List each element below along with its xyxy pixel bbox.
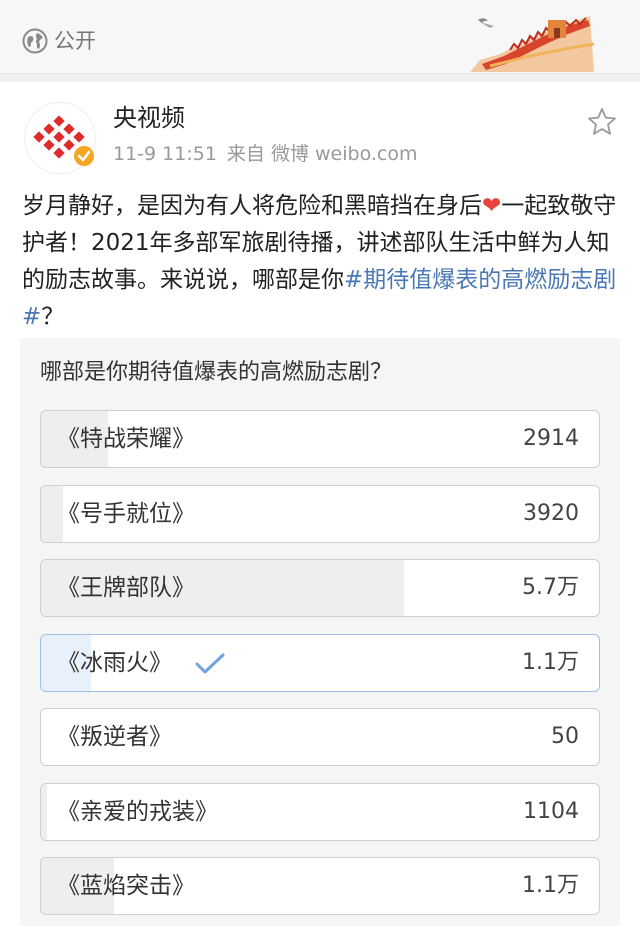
poll-option-label: 《王牌部队》	[57, 575, 195, 601]
poll-option-count: 1.1万	[522, 649, 579, 675]
poll-option-label: 《特战荣耀》	[57, 426, 195, 452]
poll-option-count: 1104	[523, 798, 579, 824]
verified-badge-icon	[72, 144, 96, 168]
great-wall-banner	[470, 16, 594, 72]
star-icon[interactable]	[586, 106, 618, 138]
poll-option-count: 50	[551, 724, 579, 749]
poll-option-count: 2914	[523, 426, 579, 451]
post-text: 岁月静好，是因为有人将危险和黑暗挡在身后❤一起致敬守护者！2021年多部军旅剧待…	[22, 188, 622, 336]
weibo-post-card: 央视频 11-9 11:51 来自 微博 weibo.com 岁月静好，是因为有人…	[0, 82, 640, 933]
poll-option-fill	[41, 783, 47, 840]
globe-icon	[22, 28, 48, 54]
visibility-label[interactable]: 公开	[54, 27, 96, 55]
author-name[interactable]: 央视频	[113, 102, 185, 134]
top-bar: 公开	[0, 0, 640, 74]
poll-option-label: 《叛逆者》	[57, 724, 172, 750]
poll-option-count: 1.1万	[522, 873, 579, 898]
poll: 哪部是你期待值爆表的高燃励志剧？ 《特战荣耀》 2914 《号手就位》 3920 《王牌…	[20, 338, 620, 926]
poll-question: 哪部是你期待值爆表的高燃励志剧？	[40, 360, 393, 385]
poll-option-count: 5.7万	[522, 575, 579, 600]
checkmark-icon	[195, 653, 225, 673]
poll-option-label: 《冰雨火》	[57, 649, 172, 676]
poll-option[interactable]: 《特战荣耀》 2914	[40, 410, 600, 468]
post-text-part1: 岁月静好，是因为有人将危险和黑暗挡在身后	[22, 193, 482, 219]
post-source: 来自 微博 weibo.com	[226, 143, 418, 165]
post-date: 11-9 11:51	[113, 143, 217, 165]
heart-emoji: ❤	[482, 193, 502, 219]
post-text-part3: ？	[41, 304, 65, 330]
poll-option[interactable]: 《亲爱的戎装》 1104	[40, 782, 600, 841]
poll-option[interactable]: 《蓝焰突击》 1.1万	[40, 857, 600, 915]
poll-option[interactable]: 《王牌部队》 5.7万	[40, 559, 600, 617]
poll-option-count: 3920	[523, 500, 579, 526]
poll-option-label: 《蓝焰突击》	[57, 873, 195, 899]
poll-option[interactable]: 《号手就位》 3920	[40, 484, 600, 543]
poll-option[interactable]: 《冰雨火》 1.1万	[40, 633, 600, 692]
post-meta: 11-9 11:51 来自 微博 weibo.com	[113, 142, 427, 166]
poll-option[interactable]: 《叛逆者》 50	[40, 708, 600, 766]
poll-option-label: 《号手就位》	[57, 500, 195, 527]
poll-option-label: 《亲爱的戎装》	[57, 798, 218, 825]
